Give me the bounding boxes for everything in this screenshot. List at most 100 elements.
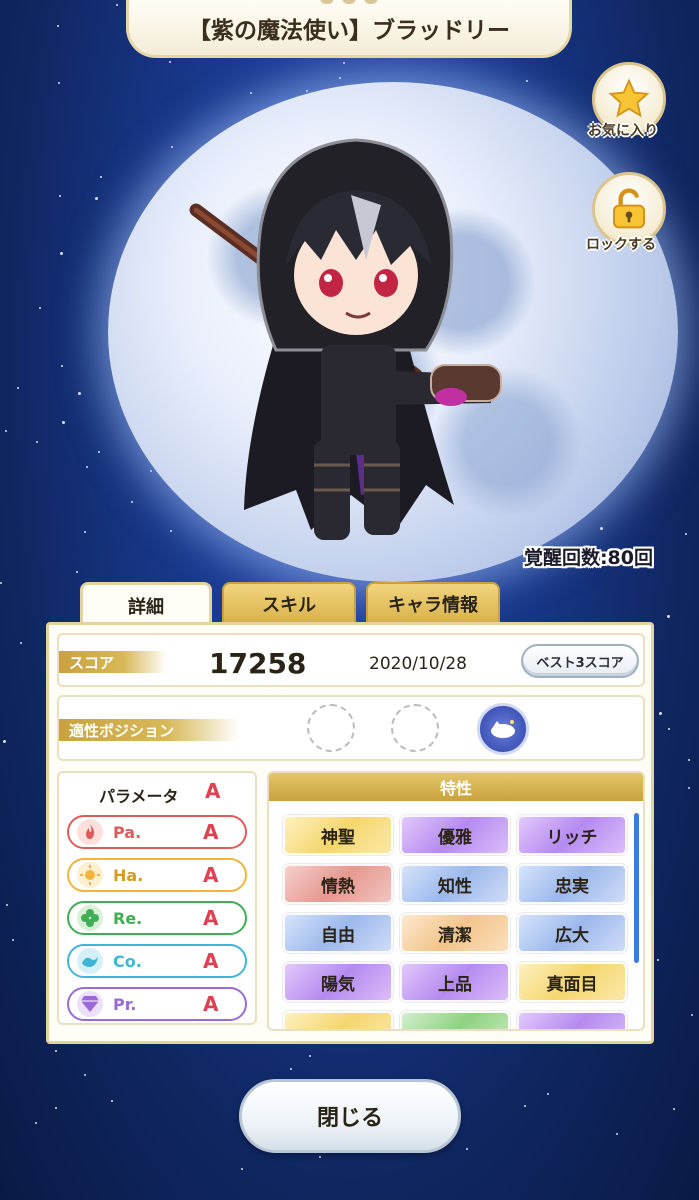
star-dot xyxy=(34,1122,37,1125)
trait-tile: 忠実 xyxy=(517,864,627,904)
param-re-name: Re. xyxy=(113,908,143,928)
param-pr-name: Pr. xyxy=(113,994,137,1014)
tab-details[interactable]: 詳細 xyxy=(80,582,212,626)
traits-scrollbar[interactable] xyxy=(634,813,639,963)
star-dot xyxy=(249,92,252,95)
score-row: スコア 17258 2020/10/28 ベスト3スコア xyxy=(57,633,645,687)
character-illustration xyxy=(189,138,502,540)
star-dot xyxy=(659,711,663,715)
traits-box: 特性 神聖 優雅 リッチ 情熱 知性 忠実 自由 清潔 広大 陽気 上品 真面目 xyxy=(267,771,645,1031)
star-dot xyxy=(99,175,102,178)
close-button[interactable]: 閉じる xyxy=(239,1079,461,1153)
star-dot xyxy=(4,429,7,432)
param-pr-grade: A xyxy=(203,992,219,1016)
details-panel: スコア 17258 2020/10/28 ベスト3スコア 適性ポジション パラメ… xyxy=(46,622,654,1044)
star-dot xyxy=(83,1074,86,1077)
diamond-icon xyxy=(77,991,103,1017)
star-dot xyxy=(169,60,172,63)
star-dot xyxy=(688,759,690,761)
trait-tile: 情熱 xyxy=(283,864,393,904)
clover-icon xyxy=(77,905,103,931)
trait-tile: リッチ xyxy=(517,815,627,855)
trait-tile: 知性 xyxy=(400,864,510,904)
star-dot xyxy=(523,1104,526,1107)
param-re-grade: A xyxy=(203,906,219,930)
star-dot xyxy=(0,582,3,585)
star-dot xyxy=(343,62,346,65)
star-dot xyxy=(688,787,691,790)
star-dot xyxy=(666,614,670,618)
parameters-title: パラメータ xyxy=(99,787,179,806)
star-dot xyxy=(11,939,14,942)
star-dot xyxy=(289,1068,292,1071)
score-value: 17258 xyxy=(209,647,307,680)
position-icon xyxy=(491,720,515,738)
star-dot xyxy=(61,364,64,367)
parameters-overall-grade: A xyxy=(205,779,221,803)
trait-tile: 神聖 xyxy=(283,815,393,855)
param-pr: Pr. A xyxy=(67,987,247,1021)
param-pa: Pa. A xyxy=(67,815,247,849)
sun-icon xyxy=(77,862,103,888)
star-dot xyxy=(83,530,86,533)
trait-tile xyxy=(283,1011,393,1029)
trait-tile xyxy=(517,1011,627,1029)
star-dot xyxy=(75,571,78,574)
star-dot xyxy=(56,25,59,28)
trait-tile: 上品 xyxy=(400,962,510,1002)
star-dot xyxy=(39,306,42,309)
star-dot xyxy=(169,529,172,532)
trait-tile: 優雅 xyxy=(400,815,510,855)
param-pa-grade: A xyxy=(203,820,219,844)
trait-tile: 自由 xyxy=(283,913,393,953)
star-dot xyxy=(691,1013,694,1016)
star-dot xyxy=(16,386,19,389)
card-title-bar: 【紫の魔法使い】ブラッドリー xyxy=(126,0,572,58)
position-label: 適性ポジション xyxy=(59,719,239,741)
trait-tile xyxy=(400,1011,510,1029)
tab-details-label: 詳細 xyxy=(128,596,164,618)
star-dot xyxy=(55,1106,58,1109)
score-date: 2020/10/28 xyxy=(369,654,467,674)
best-3-score-button[interactable]: ベスト3スコア xyxy=(521,644,639,678)
star-dot xyxy=(673,1107,675,1110)
star-dot xyxy=(59,194,62,197)
tab-skill[interactable]: スキル xyxy=(222,582,356,624)
tab-character-info-label: キャラ情報 xyxy=(388,595,478,616)
star-dot xyxy=(685,532,687,535)
star-dot xyxy=(62,421,66,425)
tab-character-info[interactable]: キャラ情報 xyxy=(366,582,500,624)
param-re: Re. A xyxy=(67,901,247,935)
position-slot-filled xyxy=(477,703,529,755)
awakening-count: 覚醒回数:80回 xyxy=(523,547,653,569)
star-dot xyxy=(110,1099,113,1102)
star-dot xyxy=(318,1155,321,1158)
lock-icon xyxy=(613,188,645,229)
star-dot xyxy=(57,81,60,84)
position-row: 適性ポジション xyxy=(57,695,645,761)
param-co-name: Co. xyxy=(113,951,142,971)
position-slot-empty xyxy=(307,704,355,752)
trait-tile: 清潔 xyxy=(400,913,510,953)
star-dot xyxy=(35,440,38,443)
star-dot xyxy=(657,959,660,962)
tab-skill-label: スキル xyxy=(262,595,316,616)
star-dot xyxy=(116,3,119,6)
star-dot xyxy=(59,251,63,255)
favorite-label: お気に入り xyxy=(588,123,658,139)
traits-title: 特性 xyxy=(269,773,643,801)
star-dot xyxy=(526,79,529,82)
star-dot xyxy=(98,451,101,454)
star-dot xyxy=(54,1050,57,1053)
trait-tile: 真面目 xyxy=(517,962,627,1002)
trait-tile: 広大 xyxy=(517,913,627,953)
star-dot xyxy=(600,527,604,531)
star-dot xyxy=(308,1054,311,1057)
title-ornament xyxy=(320,0,378,4)
star-dot xyxy=(5,903,8,906)
star-dot xyxy=(94,196,98,200)
star-icon xyxy=(608,78,650,118)
parameters-box: パラメータ A Pa. A Ha. A Re. A Co. A Pr. A xyxy=(57,771,257,1025)
star-dot xyxy=(547,1093,550,1096)
param-co-grade: A xyxy=(203,949,219,973)
